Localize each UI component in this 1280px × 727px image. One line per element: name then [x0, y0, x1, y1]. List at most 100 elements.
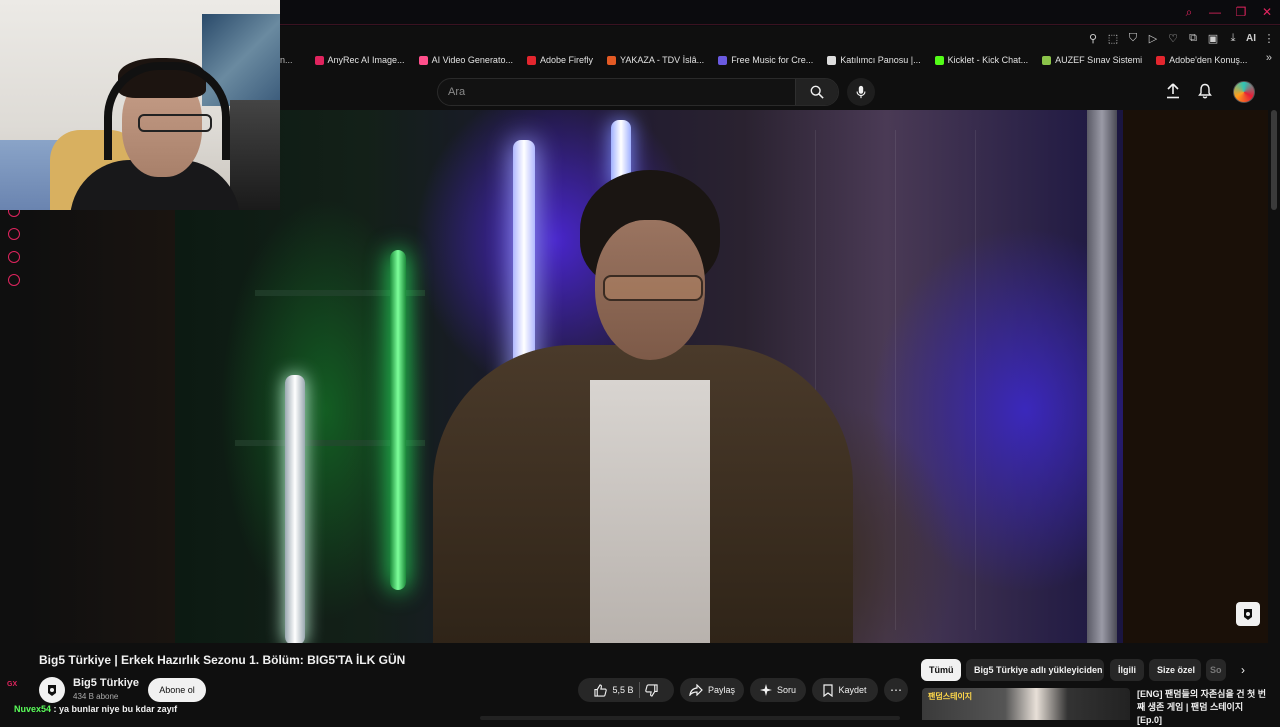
- voice-search-button[interactable]: [847, 78, 875, 106]
- sparkle-icon: [759, 684, 772, 696]
- chat-text: : ya bunlar niye bu kdar zayıf: [53, 704, 178, 714]
- search-button[interactable]: [795, 79, 838, 105]
- video-player[interactable]: [175, 110, 1123, 643]
- chat-username: Nuvex54: [14, 704, 52, 714]
- notifications-button[interactable]: [1194, 80, 1216, 102]
- bookmark-truncated[interactable]: n...: [280, 55, 293, 65]
- more-actions-button[interactable]: ⋯: [884, 678, 908, 702]
- chat-input-bar: [480, 716, 900, 720]
- share-icon: [689, 684, 703, 696]
- bookmarks-bar: n... AnyRec AI Image... AI Video Generat…: [280, 51, 1280, 69]
- bookmark-favicon-icon: [526, 55, 536, 65]
- pill-divider: [638, 682, 640, 698]
- bookmark-item[interactable]: Katılımcı Panosu |...: [827, 55, 921, 65]
- channel-avatar[interactable]: [39, 677, 65, 703]
- extensions-icon[interactable]: [8, 251, 20, 263]
- miniplayer-button[interactable]: [1236, 602, 1260, 626]
- settings-icon[interactable]: [8, 274, 20, 286]
- bookmark-item[interactable]: YAKAZA - TDV İslâ...: [606, 55, 704, 65]
- window-controls: ⌕ — ❐ ✕: [1182, 4, 1274, 20]
- save-button[interactable]: Kaydet: [812, 678, 878, 702]
- bell-icon: [1198, 83, 1212, 99]
- bookmark-item[interactable]: AI Video Generato...: [418, 55, 513, 65]
- webcam-glasses: [138, 114, 212, 132]
- close-icon[interactable]: ✕: [1260, 4, 1274, 20]
- puzzle-icon[interactable]: ⧉: [1186, 31, 1200, 45]
- bookmark-item[interactable]: Adobe Firefly: [526, 55, 593, 65]
- person-shirt: [590, 380, 710, 643]
- save-label: Kaydet: [838, 685, 867, 695]
- like-button[interactable]: 5,5 B: [594, 683, 634, 697]
- share-label: Paylaş: [707, 685, 735, 695]
- search-box: [437, 78, 839, 106]
- minimize-icon[interactable]: —: [1208, 4, 1222, 20]
- share-button[interactable]: Paylaş: [680, 678, 744, 702]
- stream-chat-message: Nuvex54 : ya bunlar niye bu kdar zayıf: [14, 704, 177, 714]
- green-light-tube: [390, 250, 406, 590]
- webcam-desk: [230, 100, 280, 210]
- chevron-right-icon[interactable]: ›: [1233, 660, 1253, 680]
- titlebar-accent-line: [280, 24, 1280, 25]
- search-icon: [810, 85, 824, 99]
- bookmark-icon: [823, 683, 834, 697]
- browser-sidebar: GX: [0, 205, 28, 688]
- like-count: 5,5 B: [612, 685, 634, 695]
- maximize-icon[interactable]: ❐: [1234, 4, 1248, 20]
- bookmark-favicon-icon: [934, 55, 944, 65]
- screenshot-icon[interactable]: ⬚: [1106, 31, 1120, 45]
- thumbs-up-icon: [594, 683, 608, 697]
- history-icon[interactable]: [8, 228, 20, 240]
- subscribe-button[interactable]: Abone ol: [148, 678, 206, 702]
- bookmarks-overflow-icon[interactable]: »: [1266, 52, 1272, 64]
- download-icon[interactable]: ⤓: [1226, 31, 1240, 45]
- chip-truncated[interactable]: So: [1206, 659, 1226, 681]
- ask-label: Soru: [776, 685, 796, 695]
- bookmark-favicon-icon: [418, 55, 428, 65]
- extensions-toolbar: ⚲ ⬚ ⛉ ▷ ♡ ⧉ ▣ ⤓ AI ⋮: [1086, 31, 1276, 45]
- recommended-video-title[interactable]: [ENG] 팬덤들의 자존심을 건 첫 번째 생존 게임 | 팬덤 스테이지 […: [1137, 688, 1267, 727]
- more-menu-icon[interactable]: ⋮: [1262, 31, 1276, 45]
- channel-name[interactable]: Big5 Türkiye: [73, 677, 139, 689]
- doorframe: [1087, 110, 1117, 643]
- like-dislike-group: 5,5 B: [578, 678, 674, 702]
- locker-seam: [895, 130, 896, 630]
- bookmark-item[interactable]: Kicklet - Kick Chat...: [934, 55, 1028, 65]
- search-input[interactable]: [438, 79, 795, 105]
- channel-logo-icon: [48, 685, 56, 696]
- webcam-headset: [104, 62, 230, 160]
- play-icon[interactable]: ▷: [1146, 31, 1160, 45]
- account-avatar[interactable]: [1233, 81, 1255, 103]
- upload-button[interactable]: [1162, 80, 1184, 102]
- page-scrollbar[interactable]: [1271, 110, 1277, 210]
- channel-watermark-icon: [1244, 609, 1252, 620]
- bookmark-favicon-icon: [314, 55, 324, 65]
- bookmark-item[interactable]: Free Music for Cre...: [718, 55, 813, 65]
- heart-icon[interactable]: ♡: [1166, 31, 1180, 45]
- webcam-overlay: [0, 0, 280, 210]
- bookmark-favicon-icon: [1156, 55, 1166, 65]
- bookmark-item[interactable]: Adobe'den Konuş...: [1156, 55, 1247, 65]
- shield-icon[interactable]: ⛉: [1126, 31, 1140, 45]
- chip-from-uploader[interactable]: Big5 Türkiye adlı yükleyiciden: [966, 659, 1104, 681]
- upload-icon: [1167, 83, 1179, 99]
- chip-all[interactable]: Tümü: [921, 659, 961, 681]
- subscriber-count: 434 B abone: [73, 692, 119, 701]
- chip-for-you[interactable]: Size özel: [1149, 659, 1201, 681]
- person-glasses: [603, 275, 703, 301]
- recommended-video-thumbnail[interactable]: 팬덤스테이지: [922, 688, 1130, 720]
- microphone-icon: [856, 85, 866, 99]
- dislike-button[interactable]: [644, 683, 658, 697]
- gx-logo: GX: [7, 681, 18, 688]
- video-title: Big5 Türkiye | Erkek Hazırlık Sezonu 1. …: [39, 653, 406, 667]
- chip-related[interactable]: İlgili: [1110, 659, 1144, 681]
- search-tabs-icon[interactable]: ⌕: [1182, 4, 1196, 20]
- bookmark-favicon-icon: [718, 55, 728, 65]
- bookmark-item[interactable]: AnyRec AI Image...: [314, 55, 405, 65]
- ai-extension-icon[interactable]: AI: [1246, 31, 1256, 45]
- image-extension-icon[interactable]: ▣: [1206, 31, 1220, 45]
- ask-button[interactable]: Soru: [750, 678, 806, 702]
- ambient-right: [1123, 110, 1268, 643]
- bookmark-item[interactable]: AUZEF Sınav Sistemi: [1042, 55, 1142, 65]
- pin-icon[interactable]: ⚲: [1086, 31, 1100, 45]
- thumbnail-text: 팬덤스테이지: [928, 692, 973, 701]
